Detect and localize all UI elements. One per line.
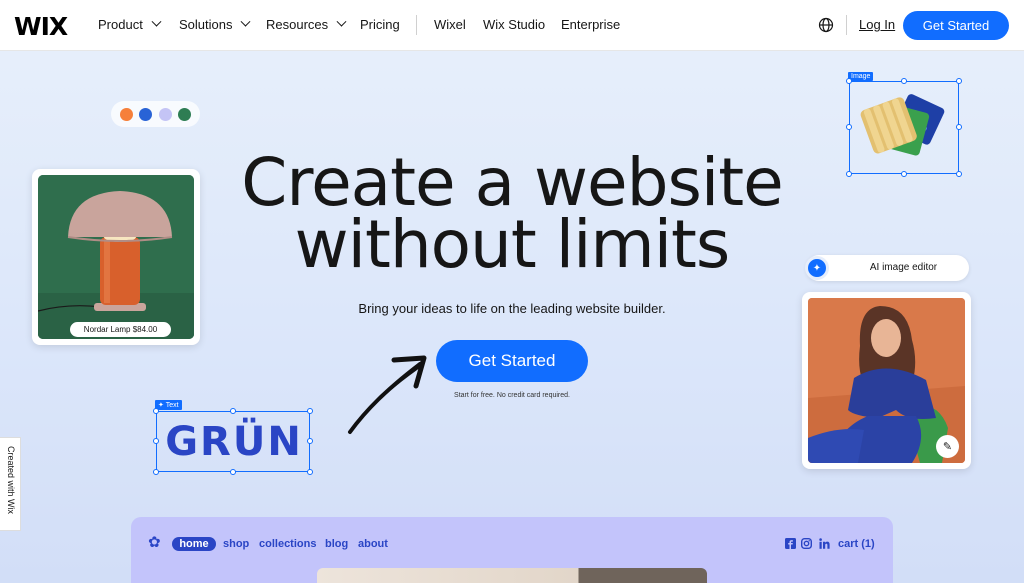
resize-handle[interactable] (956, 78, 962, 84)
color-swatch[interactable] (158, 107, 172, 121)
edit-image-button[interactable]: ✎ (936, 435, 959, 458)
text-selection-label-text: Text (165, 402, 179, 409)
resize-handle[interactable] (230, 408, 236, 414)
nav-wix-studio[interactable]: Wix Studio (483, 17, 545, 32)
image-selection-box[interactable] (849, 81, 959, 174)
preview-nav-home[interactable]: home (172, 537, 216, 551)
resize-handle[interactable] (956, 124, 962, 130)
nav-solutions[interactable]: Solutions (179, 16, 251, 32)
chevron-down-icon (336, 16, 347, 27)
resize-handle[interactable] (230, 469, 236, 475)
preview-cart[interactable]: cart (1) (838, 538, 875, 550)
preview-hero-image (317, 568, 707, 583)
login-link[interactable]: Log In (859, 17, 895, 32)
resize-handle[interactable] (153, 438, 159, 444)
resize-handle[interactable] (846, 124, 852, 130)
free-note: Start for free. No credit card required. (454, 392, 570, 399)
nav-enterprise[interactable]: Enterprise (561, 17, 620, 32)
nav-pricing[interactable]: Pricing (360, 17, 400, 32)
lamp-illustration (38, 175, 194, 339)
ai-image-editor-label: AI image editor (869, 262, 938, 273)
resize-handle[interactable] (307, 469, 313, 475)
chevron-down-icon (241, 16, 251, 27)
linkedin-icon[interactable] (819, 538, 830, 549)
resize-handle[interactable] (901, 78, 907, 84)
color-swatch[interactable] (177, 107, 191, 121)
nav-product-label: Product (98, 17, 143, 32)
resize-handle[interactable] (307, 408, 313, 414)
product-card: Nordar Lamp $84.00 (32, 169, 200, 345)
lamp-image: Nordar Lamp $84.00 (38, 175, 194, 339)
nav-divider (846, 15, 847, 35)
created-with-wix-label: Created with Wix (6, 445, 16, 515)
pencil-icon: ✎ (942, 441, 953, 453)
top-navigation: WIX Product Solutions Resources Pricing … (0, 0, 1024, 51)
nav-resources-label: Resources (266, 17, 329, 32)
hero-get-started-button[interactable]: Get Started (436, 340, 588, 382)
chevron-down-icon (151, 16, 162, 27)
price-tag: Nordar Lamp $84.00 (70, 322, 171, 337)
preview-nav-shop[interactable]: shop (223, 538, 249, 550)
tiles-illustration (860, 94, 945, 156)
nav-divider (416, 15, 417, 35)
resize-handle[interactable] (153, 469, 159, 475)
text-selection-box[interactable]: GRÜN (156, 411, 310, 472)
resize-handle[interactable] (846, 171, 852, 177)
nav-wixel[interactable]: Wixel (434, 17, 466, 32)
resize-handle[interactable] (307, 438, 313, 444)
get-started-button[interactable]: Get Started (903, 11, 1009, 40)
color-palette (111, 101, 200, 127)
preview-nav-about[interactable]: about (358, 538, 388, 550)
text-element: GRÜN (165, 419, 303, 465)
resize-handle[interactable] (901, 171, 907, 177)
facebook-icon[interactable] (785, 538, 796, 549)
nav-product[interactable]: Product (98, 16, 162, 32)
globe-icon[interactable] (818, 17, 834, 33)
preview-nav-collections[interactable]: collections (259, 538, 316, 550)
sparkle-icon: ✦ (805, 256, 829, 280)
resize-handle[interactable] (956, 171, 962, 177)
preview-nav-blog[interactable]: blog (325, 538, 348, 550)
resize-handle[interactable] (153, 408, 159, 414)
flower-logo-icon: ✿ (148, 534, 161, 551)
color-swatch[interactable] (120, 107, 134, 121)
color-swatch[interactable] (139, 107, 153, 121)
instagram-icon[interactable] (801, 538, 812, 549)
pin-icon: ✦ (158, 402, 164, 409)
wix-logo[interactable]: WIX (14, 12, 68, 41)
resize-handle[interactable] (846, 78, 852, 84)
arrow-doodle-icon (348, 355, 427, 434)
nav-solutions-label: Solutions (179, 17, 233, 32)
nav-resources[interactable]: Resources (266, 16, 347, 32)
text-selection-label: ✦ Text (155, 400, 182, 410)
